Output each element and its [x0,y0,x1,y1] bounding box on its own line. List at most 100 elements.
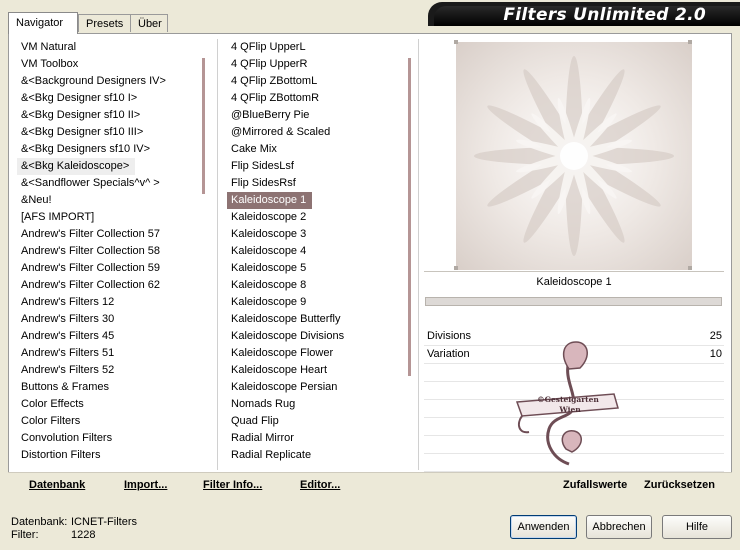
list-item[interactable]: &<Sandflower Specials^v^ > [17,175,195,192]
list-item-label: Flip SidesLsf [231,160,294,172]
status-db-value: ICNET-Filters [71,516,137,528]
editor-button[interactable]: Editor... [300,479,340,491]
list-item[interactable]: Quad Flip [227,413,405,430]
list-item[interactable]: Kaleidoscope 9 [227,294,405,311]
list-item[interactable]: Kaleidoscope 4 [227,243,405,260]
list-item-label: Color Effects [21,398,84,410]
list-item[interactable]: &<Bkg Designer sf10 II> [17,107,195,124]
list-divider [217,39,218,470]
param-value: 10 [709,348,722,360]
list-item[interactable]: [AFS IMPORT] [17,209,195,226]
list-item-label: Kaleidoscope 1 [227,192,313,209]
list-item[interactable]: @BlueBerry Pie [227,107,405,124]
zuruecksetzen-button[interactable]: Zurücksetzen [644,479,715,491]
category-list[interactable]: VM Natural VM Toolbox &<Background Designe… [17,39,195,469]
list-item-label: Kaleidoscope 3 [231,228,307,240]
list-item[interactable]: Andrew's Filter Collection 58 [17,243,195,260]
crop-marker [454,40,458,44]
param-label: Divisions [427,330,472,342]
zufallswerte-button[interactable]: Zufallswerte [563,479,627,491]
list-item[interactable]: 4 QFlip ZBottomR [227,90,405,107]
list-item[interactable]: Andrew's Filter Collection 57 [17,226,195,243]
list-item[interactable]: Radial Replicate [227,447,405,464]
list-item-label: Color Filters [21,415,81,427]
list-item[interactable]: Kaleidoscope 5 [227,260,405,277]
list-item-label: 4 QFlip ZBottomR [231,92,320,104]
list-item[interactable]: Kaleidoscope 1 [227,192,405,209]
list-item[interactable]: VM Toolbox [17,56,195,73]
param-value: 25 [709,330,722,342]
list-item[interactable]: &Neu! [17,192,195,209]
list-item[interactable]: &<Background Designers IV> [17,73,195,90]
list-item[interactable]: @Mirrored & Scaled [227,124,405,141]
list-item[interactable]: Kaleidoscope Heart [227,362,405,379]
list-item[interactable]: &<Bkg Kaleidoscope> [17,158,195,175]
list-item[interactable]: Color Effects [17,396,195,413]
watermark-line2: Wien [558,405,581,414]
list-item[interactable]: &<Bkg Designer sf10 I> [17,90,195,107]
list-item-label: &<Background Designers IV> [21,75,166,87]
list-item-label: Andrew's Filter Collection 58 [21,245,161,257]
list-item[interactable]: Andrew's Filters 30 [17,311,195,328]
filter-scrollbar[interactable] [408,58,411,376]
list-item-label: Andrew's Filters 51 [21,347,115,359]
title-banner: Filters Unlimited 2.0 [428,2,740,26]
list-item[interactable]: &<Bkg Designers sf10 IV> [17,141,195,158]
list-item-label: Convolution Filters [21,432,113,444]
list-item-label: Andrew's Filter Collection 62 [21,279,161,291]
list-item-label: Radial Mirror [231,432,294,444]
list-item[interactable]: Cake Mix [227,141,405,158]
list-item[interactable]: Color Filters [17,413,195,430]
list-item-label: Kaleidoscope 4 [231,245,307,257]
list-item[interactable]: Flip SidesLsf [227,158,405,175]
tab-presets[interactable]: Presets [78,14,135,32]
list-item[interactable]: Andrew's Filter Collection 59 [17,260,195,277]
status-db-label: Datenbank: [11,516,68,528]
list-item-label: Kaleidoscope Butterfly [231,313,341,325]
cancel-button[interactable]: Abbrechen [586,515,652,539]
list-item[interactable]: 4 QFlip ZBottomL [227,73,405,90]
list-item[interactable]: Nomads Rug [227,396,405,413]
apply-button[interactable]: Anwenden [510,515,577,539]
filter-info-button[interactable]: Filter Info... [203,479,262,491]
list-item[interactable]: VM Natural [17,39,195,56]
list-item-label: Kaleidoscope 2 [231,211,307,223]
list-item[interactable]: Kaleidoscope 3 [227,226,405,243]
kaleidoscope-preview [456,42,692,270]
category-scrollbar[interactable] [202,58,205,194]
list-item[interactable]: Kaleidoscope Butterfly [227,311,405,328]
status-filter-label: Filter: [11,529,39,541]
help-button[interactable]: Hilfe [662,515,732,539]
tab-navigator[interactable]: Navigator [8,12,78,34]
filter-list[interactable]: 4 QFlip UpperL 4 QFlip UpperR 4 QFlip ZBot… [227,39,405,469]
list-item-label: Andrew's Filter Collection 59 [21,262,161,274]
list-item[interactable]: Convolution Filters [17,430,195,447]
list-item[interactable]: Buttons & Frames [17,379,195,396]
list-item[interactable]: 4 QFlip UpperL [227,39,405,56]
list-item-label: 4 QFlip UpperL [231,41,306,53]
list-item[interactable]: &<Bkg Designer sf10 III> [17,124,195,141]
preview-image[interactable] [456,42,692,270]
list-item[interactable]: Kaleidoscope 2 [227,209,405,226]
import-button[interactable]: Import... [124,479,167,491]
list-item[interactable]: Kaleidoscope Divisions [227,328,405,345]
crop-marker [454,266,458,270]
list-item[interactable]: Kaleidoscope Flower [227,345,405,362]
list-item[interactable]: Andrew's Filters 52 [17,362,195,379]
list-item[interactable]: Flip SidesRsf [227,175,405,192]
list-item[interactable]: Andrew's Filters 45 [17,328,195,345]
list-item[interactable]: Kaleidoscope Persian [227,379,405,396]
list-item[interactable]: Andrew's Filters 12 [17,294,195,311]
list-item[interactable]: Kaleidoscope 8 [227,277,405,294]
list-item[interactable]: Distortion Filters [17,447,195,464]
list-item[interactable]: Andrew's Filters 51 [17,345,195,362]
list-item[interactable]: Radial Mirror [227,430,405,447]
crop-marker [688,266,692,270]
list-item[interactable]: 4 QFlip UpperR [227,56,405,73]
tab-ueber[interactable]: Über [130,14,168,32]
datenbank-button[interactable]: Datenbank [29,479,85,491]
list-item[interactable]: Andrew's Filter Collection 62 [17,277,195,294]
list-item-label: VM Toolbox [21,58,79,70]
watermark-line1: ©Gesteigarten [537,395,599,404]
list-item-label: &<Bkg Designer sf10 III> [21,126,144,138]
